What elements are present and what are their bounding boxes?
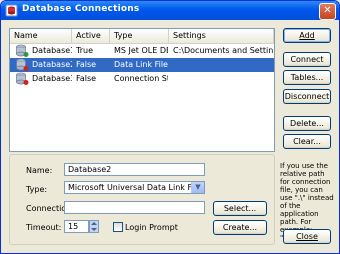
delete-button[interactable]: Delete... xyxy=(283,116,331,131)
chevron-down-icon[interactable]: ▼ xyxy=(191,182,204,193)
column-header-settings[interactable]: Settings xyxy=(169,29,274,43)
window-title: Database Connections xyxy=(22,4,140,14)
disconnect-button[interactable]: Disconnect xyxy=(283,89,331,104)
create-button-label: Create... xyxy=(222,223,258,232)
window-close-button[interactable]: ✕ xyxy=(319,3,336,20)
list-header: Name Active Type Settings xyxy=(10,29,274,44)
timeout-label: Timeout: xyxy=(26,223,62,232)
database-connections-window: Database Connections ✕ Name Active Type … xyxy=(0,0,340,254)
add-button-label: Add xyxy=(299,31,315,40)
cell-name: Database3 xyxy=(32,74,72,83)
column-header-active[interactable]: Active xyxy=(72,29,110,43)
close-button[interactable]: Close xyxy=(283,229,331,244)
cell-type: MS Jet OLE DB ... xyxy=(114,46,168,55)
select-button[interactable]: Select... xyxy=(213,201,267,216)
type-select-value: Microsoft Universal Data Link File xyxy=(68,183,201,192)
connect-button[interactable]: Connect xyxy=(283,52,331,67)
spin-arrows-icon xyxy=(91,222,97,231)
close-button-label: Close xyxy=(296,232,318,241)
cell-active: False xyxy=(76,74,97,83)
add-button[interactable]: Add xyxy=(283,28,331,43)
clear-button-label: Clear... xyxy=(293,137,321,146)
type-select[interactable]: Microsoft Universal Data Link File ▼ xyxy=(64,181,205,194)
type-label: Type: xyxy=(26,185,48,194)
list-item[interactable]: Database3 False Connection String xyxy=(10,72,274,86)
clear-button[interactable]: Clear... xyxy=(283,134,331,149)
tables-button[interactable]: Tables... xyxy=(283,70,331,85)
cell-type: Connection String xyxy=(114,74,168,83)
delete-button-label: Delete... xyxy=(290,119,324,128)
cell-active: False xyxy=(76,60,97,69)
select-button-label: Select... xyxy=(223,204,257,213)
login-prompt-checkbox[interactable] xyxy=(113,222,123,232)
cell-settings: C:\Documents and Setting... xyxy=(173,46,273,55)
cell-name: Database2 xyxy=(32,60,72,69)
connections-list[interactable]: Name Active Type Settings Database1 True… xyxy=(9,28,275,152)
timeout-field[interactable]: 15 xyxy=(64,220,89,233)
name-field[interactable]: Database2 xyxy=(64,163,205,176)
list-item[interactable]: Database2 False Data Link File xyxy=(10,58,274,72)
disconnect-button-label: Disconnect xyxy=(284,92,330,101)
database-red-icon xyxy=(16,72,29,85)
login-prompt-label: Login Prompt xyxy=(125,223,178,232)
cell-name: Database1 xyxy=(32,46,72,55)
cell-settings xyxy=(173,58,273,72)
create-button[interactable]: Create... xyxy=(213,220,267,235)
list-item[interactable]: Database1 True MS Jet OLE DB ... C:\Docu… xyxy=(10,44,274,58)
cell-active: True xyxy=(76,46,93,55)
database-blue-icon xyxy=(16,44,29,57)
database-app-icon xyxy=(5,4,18,17)
cell-type: Data Link File xyxy=(114,60,168,69)
connection-field[interactable] xyxy=(64,201,205,214)
connect-button-label: Connect xyxy=(290,55,324,64)
timeout-spinner[interactable] xyxy=(89,220,99,233)
column-header-name[interactable]: Name xyxy=(10,29,72,43)
title-bar: Database Connections ✕ xyxy=(1,1,339,20)
column-header-type[interactable]: Type xyxy=(110,29,169,43)
cell-settings xyxy=(173,72,273,86)
database-red-icon xyxy=(16,58,29,71)
tables-button-label: Tables... xyxy=(290,73,324,82)
name-label: Name: xyxy=(26,166,53,175)
